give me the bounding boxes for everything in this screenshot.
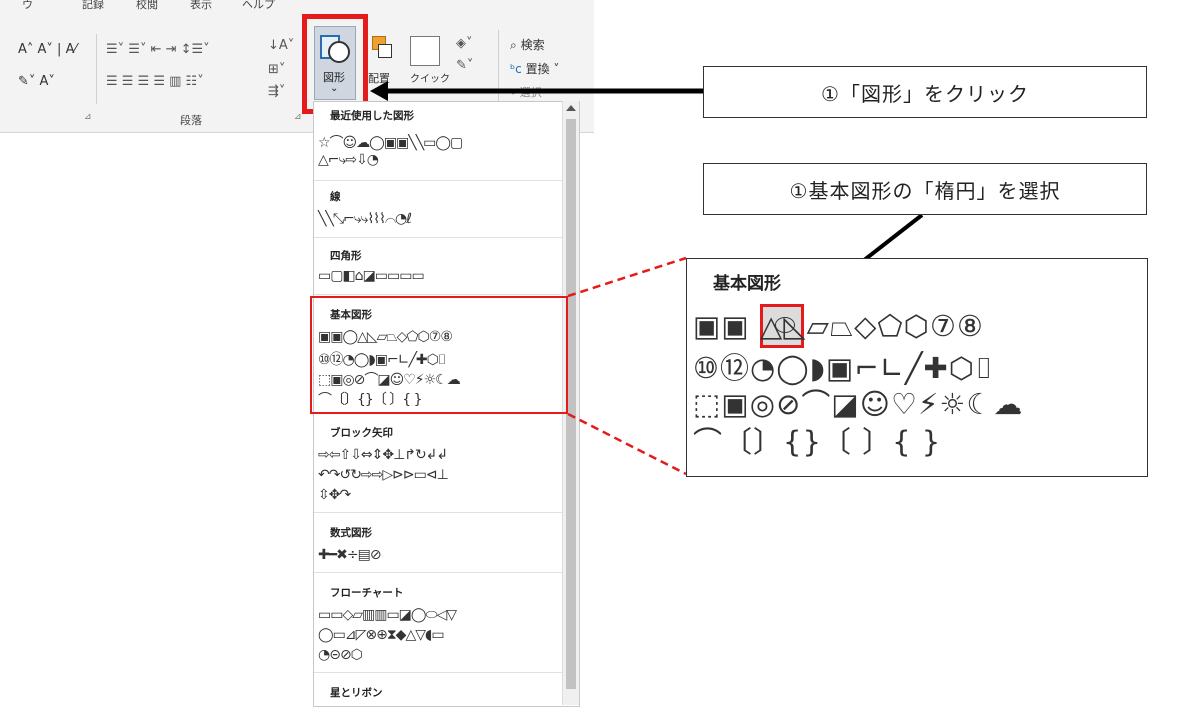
callout-step1: ①「図形」をクリック: [703, 66, 1147, 118]
arrowhead-left-icon: [370, 81, 388, 101]
zoom-shape-row[interactable]: ▣▣ △◺▱⏢◇⬠⬡⑦⑧: [693, 309, 984, 344]
zoom-shape-row[interactable]: ⌒〔〕{}〔 〕{ }: [693, 419, 941, 461]
basic-shapes-zoom: 基本図形 ▣▣ △◺▱⏢◇⬠⬡⑦⑧ ⑩⑫◔◯◗▣⌐∟╱✚⬡⌷ ⬚▣◎⊘⌒◪☺♡⚡…: [686, 258, 1148, 477]
zoom-title: 基本図形: [713, 274, 781, 294]
zoom-shape-row[interactable]: ⬚▣◎⊘⌒◪☺♡⚡☼☾☁: [693, 381, 1023, 423]
dashed-connector-bottom: [567, 412, 687, 476]
dashed-connector-top: [567, 256, 687, 298]
callout-step2: ①基本図形の「楕円」を選択: [703, 163, 1147, 215]
